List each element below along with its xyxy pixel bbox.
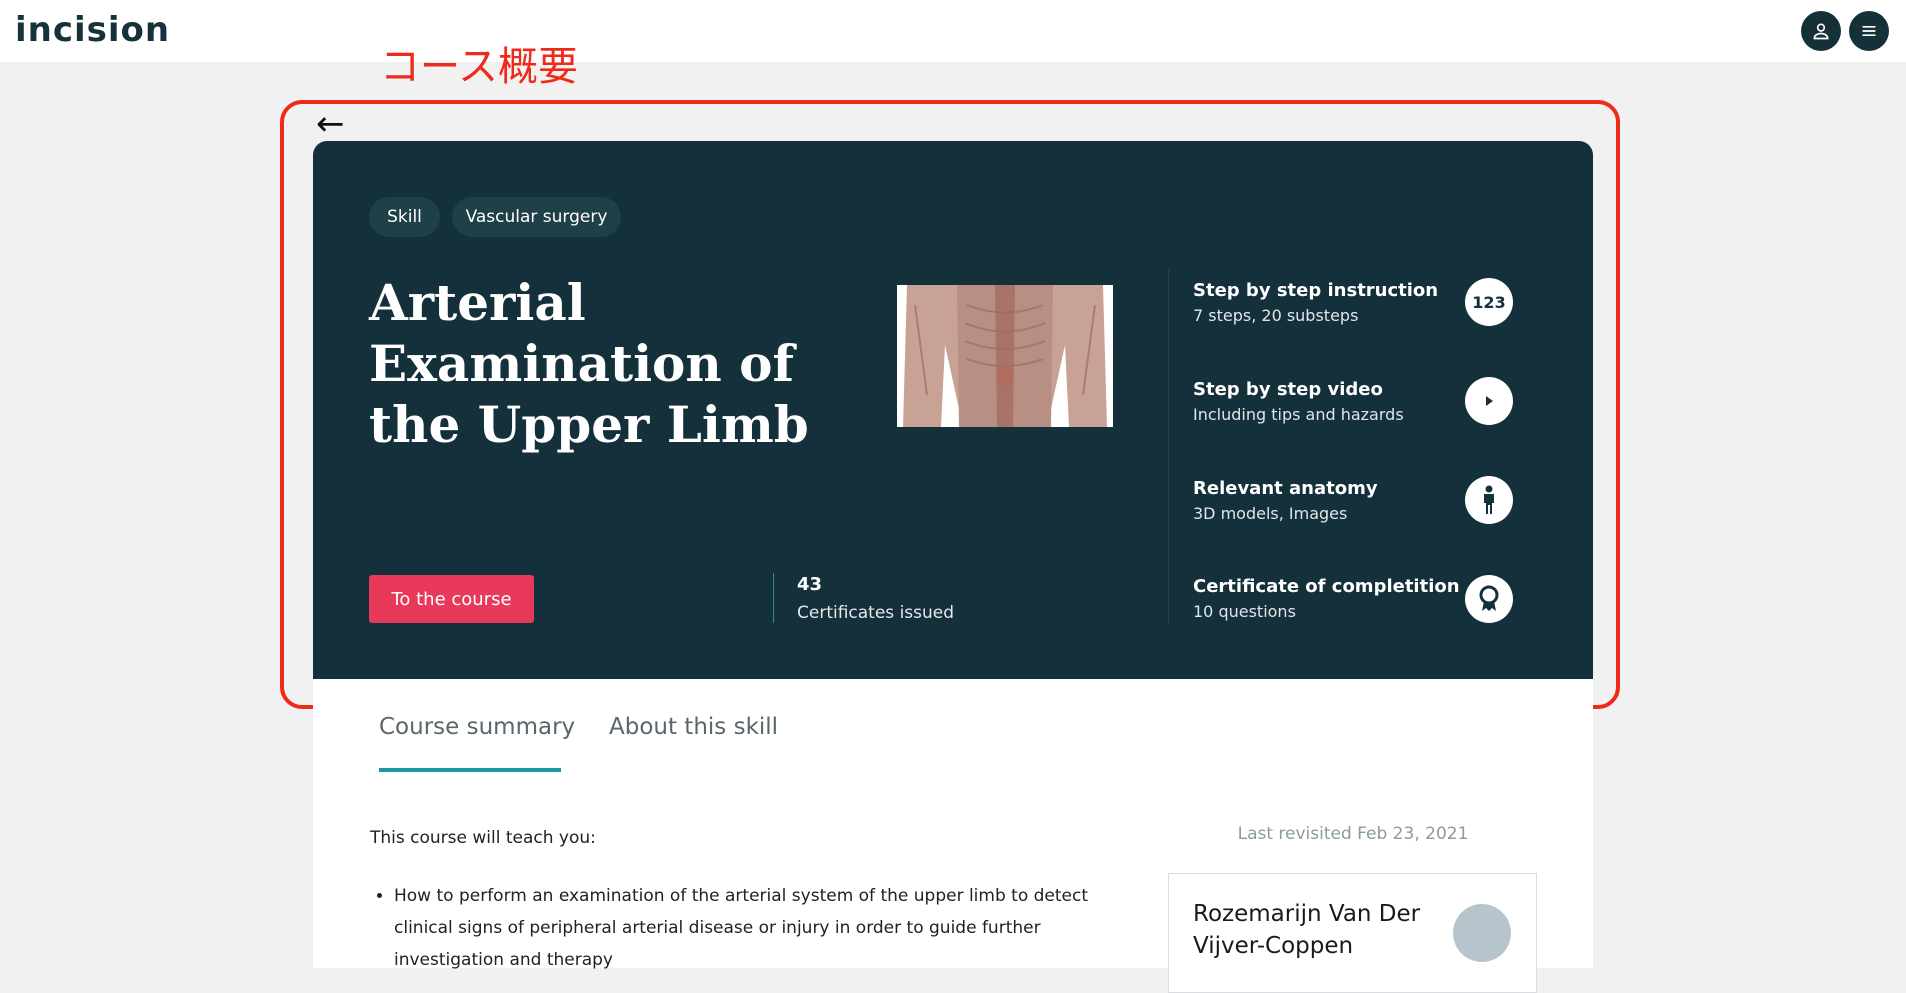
avatar [1453,904,1511,962]
annotation-highlight-box [280,100,1620,709]
last-revisited-date: Last revisited Feb 23, 2021 [1237,824,1469,844]
list-item: How to perform an examination of the art… [394,880,1114,976]
main-menu-button[interactable] [1849,11,1889,51]
menu-icon [1862,26,1876,37]
top-navigation-bar: incision [0,0,1906,62]
learning-objectives-list: How to perform an examination of the art… [370,880,1114,976]
user-icon [1813,23,1829,40]
active-tab-indicator [379,768,561,772]
annotation-label: コース概要 [380,44,578,90]
user-account-button[interactable] [1801,11,1841,51]
author-name[interactable]: Rozemarijn Van Der Vijver-Coppen [1193,898,1433,962]
summary-intro: This course will teach you: [370,828,596,848]
incision-logo[interactable]: incision [15,10,170,50]
tab-about-this-skill[interactable]: About this skill [609,714,778,740]
tab-course-summary[interactable]: Course summary [379,714,575,740]
